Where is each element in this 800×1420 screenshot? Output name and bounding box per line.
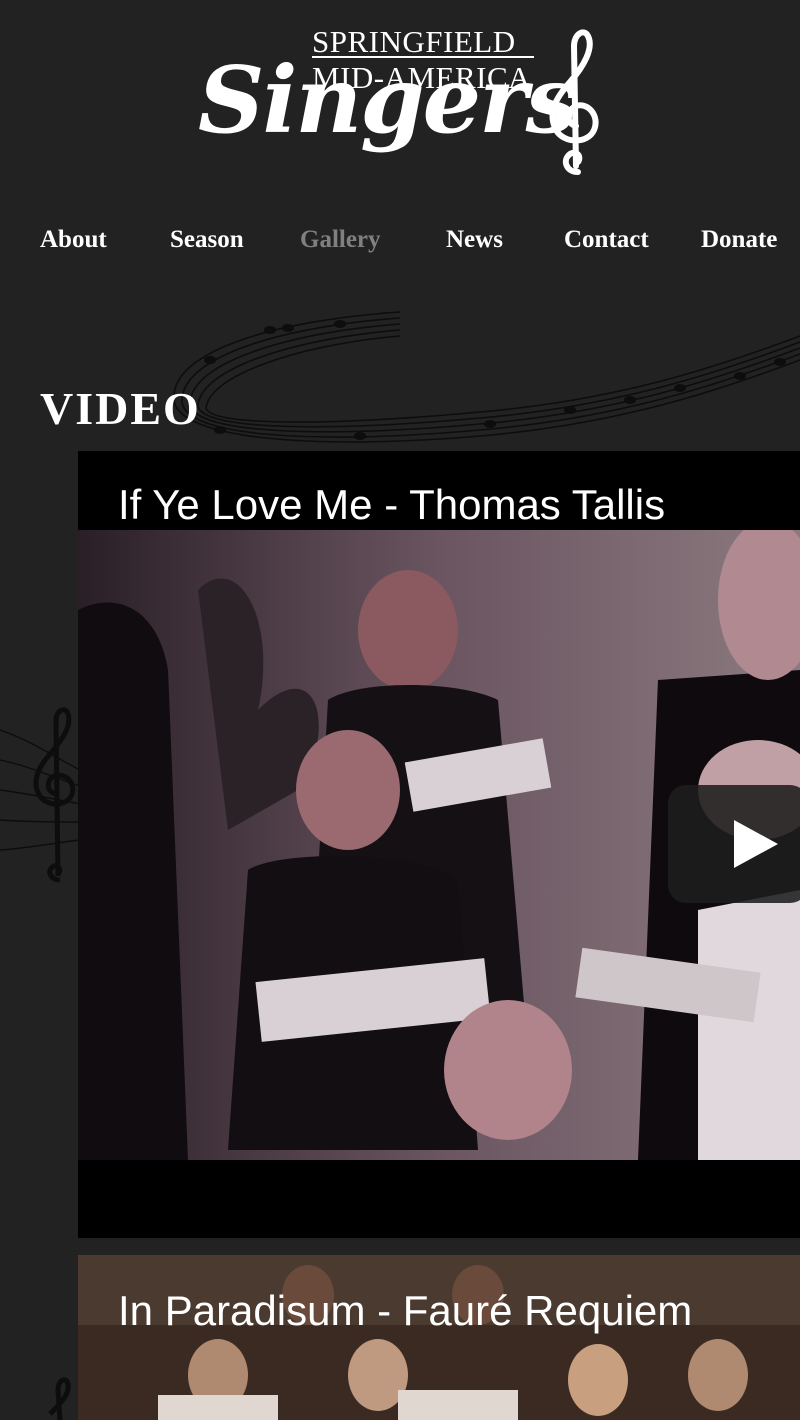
play-icon (734, 820, 778, 868)
nav-contact[interactable]: Contact (564, 226, 649, 254)
video-title[interactable]: If Ye Love Me - Thomas Tallis (118, 481, 665, 529)
music-staff-side-decoration-bottom (48, 1377, 71, 1420)
video-title[interactable]: In Paradisum - Fauré Requiem (118, 1287, 692, 1335)
nav-news[interactable]: News (446, 226, 503, 254)
video-card[interactable]: If Ye Love Me - Thomas Tallis (78, 451, 800, 1238)
logo-script-singers: Singers (198, 46, 577, 154)
video-card[interactable]: In Paradisum - Fauré Requiem (78, 1255, 800, 1420)
nav-donate[interactable]: Donate (701, 226, 777, 254)
site-logo[interactable]: SPRINGFIELD MID-AMERICA Singers (198, 22, 608, 182)
video-thumbnail[interactable] (78, 1255, 800, 1420)
page: SPRINGFIELD MID-AMERICA Singers About Se… (0, 0, 800, 1420)
treble-clef-icon (549, 29, 599, 175)
nav-season[interactable]: Season (170, 226, 244, 254)
main-nav: About Season Gallery News Contact Donate (0, 226, 800, 262)
section-title: VIDEO (40, 383, 201, 434)
play-button[interactable] (668, 785, 800, 903)
nav-gallery[interactable]: Gallery (300, 226, 381, 254)
music-staff-side-decoration (0, 707, 80, 883)
nav-about[interactable]: About (40, 226, 107, 254)
music-staff-decoration (173, 311, 800, 443)
